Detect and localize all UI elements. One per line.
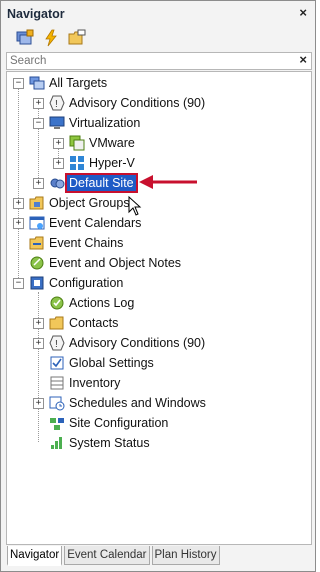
default-site-label[interactable]: Default Site bbox=[65, 173, 138, 193]
add-targets-icon[interactable] bbox=[15, 29, 35, 47]
site-icon bbox=[49, 175, 65, 191]
tree-item-advisory-conditions[interactable]: + ! Advisory Conditions (90) bbox=[7, 94, 227, 112]
expand-icon[interactable]: + bbox=[33, 398, 44, 409]
toolbar bbox=[15, 29, 87, 49]
tree-item-vmware[interactable]: + VMware bbox=[7, 134, 207, 152]
advisory-icon: ! bbox=[49, 95, 65, 111]
tree-item-event-notes[interactable]: Event and Object Notes bbox=[7, 254, 227, 272]
advisory-icon: ! bbox=[49, 335, 65, 351]
hyperv-icon bbox=[69, 155, 85, 171]
actions-log-icon bbox=[49, 295, 65, 311]
collapse-icon[interactable]: − bbox=[33, 118, 44, 129]
expand-icon[interactable]: + bbox=[53, 138, 64, 149]
tree-item-configuration[interactable]: − Configuration bbox=[7, 274, 207, 292]
svg-text:!: ! bbox=[55, 99, 58, 110]
event-chains-icon bbox=[29, 235, 45, 251]
tree-item-system-status[interactable]: System Status bbox=[7, 434, 207, 452]
expand-icon[interactable]: + bbox=[13, 198, 24, 209]
tree-item-object-groups[interactable]: + Object Groups bbox=[7, 194, 207, 212]
tree-item-inventory[interactable]: Inventory bbox=[7, 374, 207, 392]
navigator-panel: Navigator × × bbox=[0, 0, 316, 572]
folder-edit-icon[interactable] bbox=[67, 29, 87, 47]
search-input[interactable] bbox=[10, 53, 290, 69]
tree-item-event-chains[interactable]: Event Chains bbox=[7, 234, 207, 252]
collapse-icon[interactable]: − bbox=[13, 278, 24, 289]
collapse-icon[interactable]: − bbox=[13, 78, 24, 89]
monitor-icon bbox=[49, 115, 65, 131]
tree-item-schedules[interactable]: + Schedules and Windows bbox=[7, 394, 227, 412]
tab-event-calendar[interactable]: Event Calendar bbox=[64, 546, 150, 565]
tree-item-event-calendars[interactable]: + Event Calendars bbox=[7, 214, 207, 232]
panel-title: Navigator bbox=[7, 7, 65, 21]
search-box: × bbox=[6, 52, 312, 70]
expand-icon[interactable]: + bbox=[33, 318, 44, 329]
expand-icon[interactable]: + bbox=[33, 338, 44, 349]
svg-text:!: ! bbox=[55, 339, 58, 350]
inventory-icon bbox=[49, 375, 65, 391]
expand-icon[interactable]: + bbox=[33, 98, 44, 109]
tree-item-hyperv[interactable]: + Hyper-V bbox=[7, 154, 207, 172]
tree-item-actions-log[interactable]: Actions Log bbox=[7, 294, 207, 312]
close-icon[interactable]: × bbox=[299, 5, 307, 20]
tree-item-contacts[interactable]: + Contacts bbox=[7, 314, 207, 332]
navigator-tree: − All Targets + ! Advisory Conditions (9… bbox=[6, 71, 312, 545]
tree-item-config-advisory-conditions[interactable]: + ! Advisory Conditions (90) bbox=[7, 334, 227, 352]
tree-item-global-settings[interactable]: Global Settings bbox=[7, 354, 207, 372]
bottom-tab-bar: Navigator Event Calendar Plan History bbox=[7, 546, 222, 566]
site-configuration-icon bbox=[49, 415, 65, 431]
contacts-icon bbox=[49, 315, 65, 331]
system-status-icon bbox=[49, 435, 65, 451]
tree-item-all-targets[interactable]: − All Targets bbox=[7, 74, 207, 92]
tree-item-site-configuration[interactable]: Site Configuration bbox=[7, 414, 207, 432]
mouse-cursor-icon bbox=[128, 196, 142, 216]
configuration-icon bbox=[29, 275, 45, 291]
vmware-icon bbox=[69, 135, 85, 151]
expand-icon[interactable]: + bbox=[53, 158, 64, 169]
tab-plan-history[interactable]: Plan History bbox=[151, 546, 220, 565]
global-settings-icon bbox=[49, 355, 65, 371]
tab-navigator[interactable]: Navigator bbox=[7, 546, 63, 566]
object-groups-icon bbox=[29, 195, 45, 211]
schedules-icon bbox=[49, 395, 65, 411]
tree-item-virtualization[interactable]: − Virtualization bbox=[7, 114, 207, 132]
expand-icon[interactable]: + bbox=[13, 218, 24, 229]
calendar-icon bbox=[29, 215, 45, 231]
notes-icon bbox=[29, 255, 45, 271]
arrow-icon bbox=[139, 175, 197, 189]
clear-search-icon[interactable]: × bbox=[299, 52, 307, 67]
targets-icon bbox=[29, 75, 45, 91]
expand-icon[interactable]: + bbox=[33, 178, 44, 189]
lightning-icon[interactable] bbox=[41, 29, 61, 47]
